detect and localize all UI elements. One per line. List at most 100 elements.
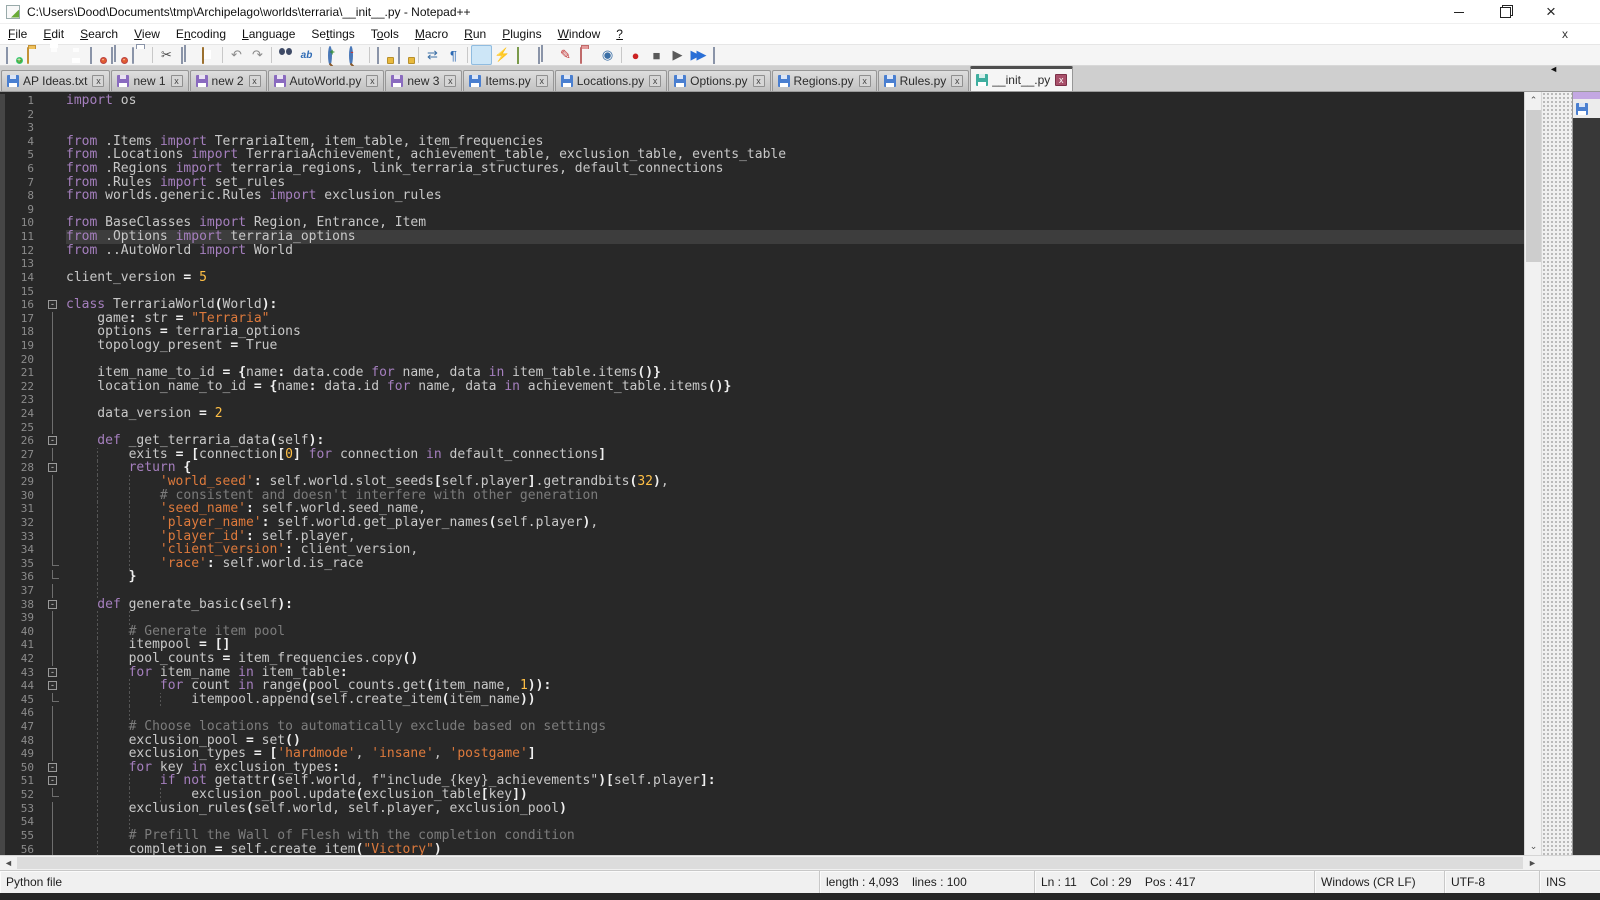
- tab-close-icon[interactable]: x: [444, 75, 456, 87]
- tab-close-icon[interactable]: x: [171, 75, 183, 87]
- fold-collapse-icon[interactable]: -: [48, 600, 57, 609]
- fold-margin[interactable]: -: [41, 434, 66, 448]
- tab-new-3[interactable]: new 3x: [385, 70, 462, 91]
- close-button[interactable]: [1528, 0, 1574, 24]
- tab-close-icon[interactable]: x: [859, 75, 871, 87]
- scroll-right-icon[interactable]: ►: [1524, 856, 1541, 870]
- menu-item-tools[interactable]: Tools: [363, 25, 407, 43]
- macro-run-multiple-button[interactable]: ▶▶: [688, 45, 709, 65]
- fold-collapse-icon[interactable]: -: [48, 436, 57, 445]
- fold-margin[interactable]: -: [41, 761, 66, 775]
- fold-margin[interactable]: -: [41, 679, 66, 693]
- tab-close-icon[interactable]: x: [92, 75, 104, 87]
- tab-ap-ideas.txt[interactable]: AP Ideas.txtx: [1, 70, 110, 91]
- scroll-up-icon[interactable]: ⌃: [1525, 92, 1542, 109]
- fold-collapse-icon[interactable]: -: [48, 763, 57, 772]
- print-button[interactable]: [128, 45, 149, 65]
- tab-autoworld.py[interactable]: AutoWorld.pyx: [268, 70, 385, 91]
- save-all-button[interactable]: [65, 45, 86, 65]
- tab-regions.py[interactable]: Regions.pyx: [772, 70, 877, 91]
- horizontal-scrollbar[interactable]: ◄ ►: [0, 855, 1600, 870]
- menu-item-run[interactable]: Run: [456, 25, 494, 43]
- horizontal-scroll-thumb[interactable]: [17, 857, 1523, 869]
- folder-as-workspace-button[interactable]: [576, 45, 597, 65]
- replace-button[interactable]: ab: [296, 45, 317, 65]
- paste-button[interactable]: [198, 45, 219, 65]
- menu-item-window[interactable]: Window: [550, 25, 609, 43]
- document-list-button[interactable]: [534, 45, 555, 65]
- tab-close-icon[interactable]: x: [536, 75, 548, 87]
- tab-options.py[interactable]: Options.pyx: [668, 70, 770, 91]
- scroll-left-icon[interactable]: ◄: [0, 856, 17, 870]
- fold-margin[interactable]: -: [41, 774, 66, 788]
- menu-item-settings[interactable]: Settings: [303, 25, 362, 43]
- tab-close-icon[interactable]: x: [249, 75, 261, 87]
- tab-close-icon[interactable]: x: [649, 75, 661, 87]
- undo-button[interactable]: ↶: [226, 45, 247, 65]
- fold-margin[interactable]: -: [41, 461, 66, 475]
- minimize-button[interactable]: [1436, 0, 1482, 24]
- indent-guide-button[interactable]: [471, 45, 492, 65]
- sync-vertical-button[interactable]: [373, 45, 394, 65]
- new-file-button[interactable]: +: [2, 45, 23, 65]
- menu-item-encoding[interactable]: Encoding: [168, 25, 234, 43]
- save-button[interactable]: [44, 45, 65, 65]
- fold-margin[interactable]: -: [41, 298, 66, 312]
- show-all-characters-button[interactable]: ¶: [443, 45, 464, 65]
- macro-stop-button[interactable]: ■: [646, 45, 667, 65]
- sync-horizontal-button[interactable]: [394, 45, 415, 65]
- fold-collapse-icon[interactable]: -: [48, 463, 57, 472]
- tab-rules.py[interactable]: Rules.pyx: [878, 70, 970, 91]
- menu-item-?[interactable]: ?: [608, 25, 631, 43]
- macro-play-button[interactable]: ▶: [667, 45, 688, 65]
- menu-item-plugins[interactable]: Plugins: [494, 25, 549, 43]
- fold-collapse-icon[interactable]: -: [48, 681, 57, 690]
- tab-new-2[interactable]: new 2x: [190, 70, 267, 91]
- code-area[interactable]: 1import os234from .Items import Terraria…: [0, 92, 1524, 855]
- copy-button[interactable]: [177, 45, 198, 65]
- code-text: for item_name in item_table:: [66, 666, 1524, 680]
- tab-items.py[interactable]: Items.pyx: [463, 70, 553, 91]
- macro-record-button[interactable]: ●: [625, 45, 646, 65]
- menubar-close-icon[interactable]: x: [1558, 27, 1572, 41]
- word-wrap-button[interactable]: ⇄: [422, 45, 443, 65]
- monitoring-button[interactable]: ◉: [597, 45, 618, 65]
- close-all-button[interactable]: -: [107, 45, 128, 65]
- fold-collapse-icon[interactable]: -: [48, 300, 57, 309]
- vertical-scrollbar[interactable]: ⌃ ⌄: [1524, 92, 1541, 855]
- fold-margin[interactable]: -: [41, 666, 66, 680]
- scroll-down-icon[interactable]: ⌄: [1525, 838, 1542, 855]
- editor[interactable]: 1import os234from .Items import Terraria…: [0, 92, 1600, 855]
- vertical-scroll-thumb[interactable]: [1526, 110, 1541, 262]
- zoom-out-button[interactable]: -: [345, 45, 366, 65]
- menu-item-edit[interactable]: Edit: [35, 25, 72, 43]
- fold-collapse-icon[interactable]: -: [48, 668, 57, 677]
- tab-scroll-left-icon[interactable]: ◄: [1549, 64, 1558, 74]
- tab-locations.py[interactable]: Locations.pyx: [555, 70, 667, 91]
- function-list-button[interactable]: ⚡: [492, 45, 513, 65]
- panel-splitter[interactable]: [1541, 92, 1572, 855]
- tab-close-icon[interactable]: x: [366, 75, 378, 87]
- menu-item-file[interactable]: File: [0, 25, 35, 43]
- document-map-button[interactable]: [513, 45, 534, 65]
- cut-button[interactable]: ✂: [156, 45, 177, 65]
- fold-collapse-icon[interactable]: -: [48, 776, 57, 785]
- restore-button[interactable]: [1482, 0, 1528, 24]
- zoom-in-button[interactable]: +: [324, 45, 345, 65]
- close-button[interactable]: -: [86, 45, 107, 65]
- tab-close-icon[interactable]: x: [753, 75, 765, 87]
- tab-close-icon[interactable]: x: [951, 75, 963, 87]
- tab-new-1[interactable]: new 1x: [111, 70, 188, 91]
- find-button[interactable]: [275, 45, 296, 65]
- fold-margin[interactable]: -: [41, 598, 66, 612]
- menu-item-view[interactable]: View: [126, 25, 168, 43]
- macro-save-button[interactable]: [709, 45, 730, 65]
- menu-item-macro[interactable]: Macro: [407, 25, 456, 43]
- tab-__init__.py[interactable]: __init__.pyx: [970, 66, 1073, 91]
- redo-button[interactable]: ↷: [247, 45, 268, 65]
- open-file-button[interactable]: [23, 45, 44, 65]
- menu-item-language[interactable]: Language: [234, 25, 303, 43]
- define-language-button[interactable]: ✎: [555, 45, 576, 65]
- menu-item-search[interactable]: Search: [72, 25, 126, 43]
- tab-close-icon[interactable]: x: [1055, 74, 1067, 86]
